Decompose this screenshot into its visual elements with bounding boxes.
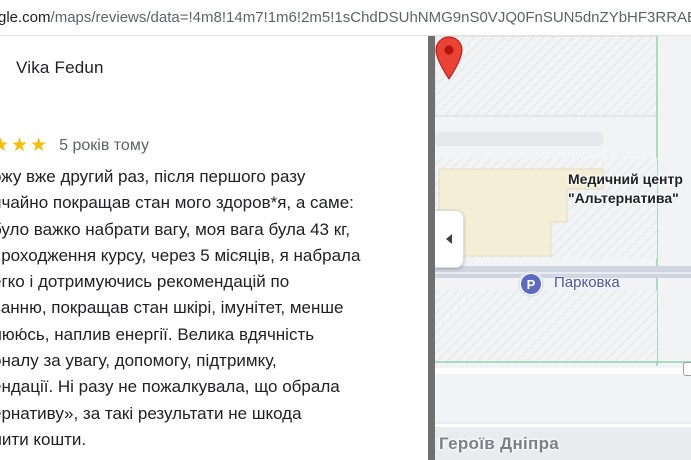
parking-icon[interactable]: P	[518, 271, 544, 297]
road-marker-icon	[683, 362, 691, 376]
review-text-line: лити кошти.	[0, 429, 87, 449]
review-text-line: люю́сь, наплив енергії. Велика вдячність	[0, 324, 315, 344]
review-text-line: проходження курсу, через 5 місяців, я на…	[0, 245, 361, 265]
location-pin-icon[interactable]	[435, 36, 463, 80]
url-path: /maps/reviews/data=!4m8!14m7!1m6!2m5!1sC…	[50, 9, 691, 26]
review-text-line: ернативу», за такі результати не шкода	[0, 403, 302, 423]
review-age: 5 років тому	[59, 137, 150, 154]
review-text-line: егко і дотримуючись рекомендацій по	[0, 272, 290, 292]
star-icon: ★	[30, 135, 48, 156]
review-panel: Vika Fedun ★ ★ ★ 5 років тому ожу вже др…	[0, 36, 428, 460]
poi-name-line1: Медичний центр	[568, 171, 683, 187]
street-label: Героїв Дніпра	[439, 434, 560, 453]
review-text-line: було важко набрати вагу, моя вага була 4…	[0, 219, 350, 239]
address-bar[interactable]: gle.com/maps/reviews/data=!4m8!14m7!1m6!…	[0, 0, 691, 36]
star-rating: ★ ★ ★	[0, 136, 49, 156]
review-text: ожу вже другий раз, після першого разу и…	[0, 164, 428, 453]
review-text-line: ичайно покращав стан мого здоров*я, а са…	[0, 193, 354, 213]
poi-label[interactable]: Медичний центр "Альтернатива"	[568, 170, 683, 208]
url-host: gle.com	[0, 9, 51, 26]
review-text-line: ендації. Ні разу не пожалкувала, що обра…	[0, 377, 340, 397]
review-text-line: ванню, покращав стан шкірі, імунітет, ме…	[0, 298, 344, 318]
review-rating-row: ★ ★ ★ 5 років тому	[0, 136, 149, 156]
review-text-line: ожу вже другий раз, після першого разу	[0, 167, 306, 186]
poi-name-line2: "Альтернатива"	[568, 190, 679, 206]
star-icon: ★	[0, 135, 10, 156]
chevron-left-icon	[446, 234, 452, 244]
parking-label[interactable]: Парковка	[554, 274, 620, 291]
map-canvas[interactable]: Медичний центр "Альтернатива" P Парковка…	[435, 36, 691, 460]
review-text-line: оналу за увагу, допомогу, підтримку,	[0, 351, 277, 371]
parking-badge: P	[521, 274, 541, 294]
star-icon: ★	[11, 135, 29, 156]
map-background	[435, 36, 691, 460]
panel-divider[interactable]	[428, 36, 435, 460]
collapse-panel-button[interactable]	[435, 210, 464, 268]
review-author-name[interactable]: Vika Fedun	[16, 58, 104, 78]
